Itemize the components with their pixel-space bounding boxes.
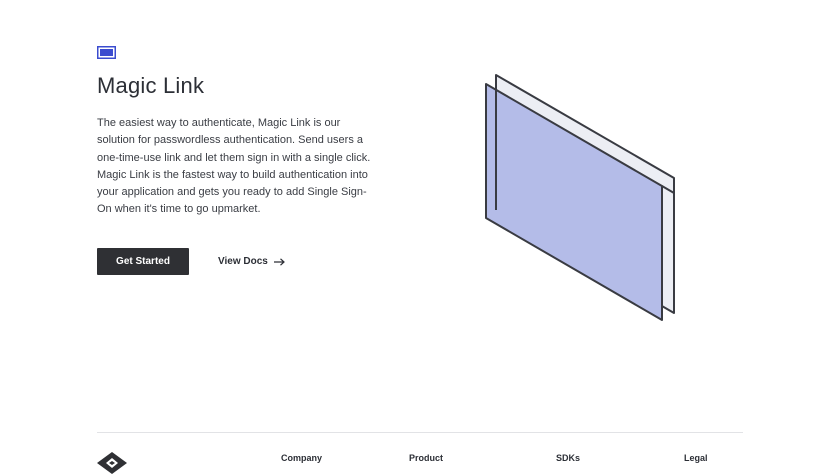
footer-heading-sdks: SDKs: [556, 453, 581, 463]
hero-description: The easiest way to authenticate, Magic L…: [97, 117, 371, 216]
view-docs-link[interactable]: View Docs: [218, 248, 285, 275]
footer-divider: [97, 432, 743, 433]
window-badge-icon: [97, 46, 116, 59]
get-started-button[interactable]: Get Started: [97, 248, 189, 275]
footer-heading-company: Company: [281, 453, 323, 463]
view-docs-label: View Docs: [218, 256, 268, 267]
page-title: Magic Link: [97, 73, 205, 98]
footer-heading-product: Product: [409, 453, 444, 463]
footer-heading-legal: Legal: [684, 453, 708, 463]
arrow-right-icon: [273, 257, 285, 266]
stacked-panels-illustration: [485, 74, 675, 321]
diamond-logo-icon[interactable]: [97, 452, 127, 474]
